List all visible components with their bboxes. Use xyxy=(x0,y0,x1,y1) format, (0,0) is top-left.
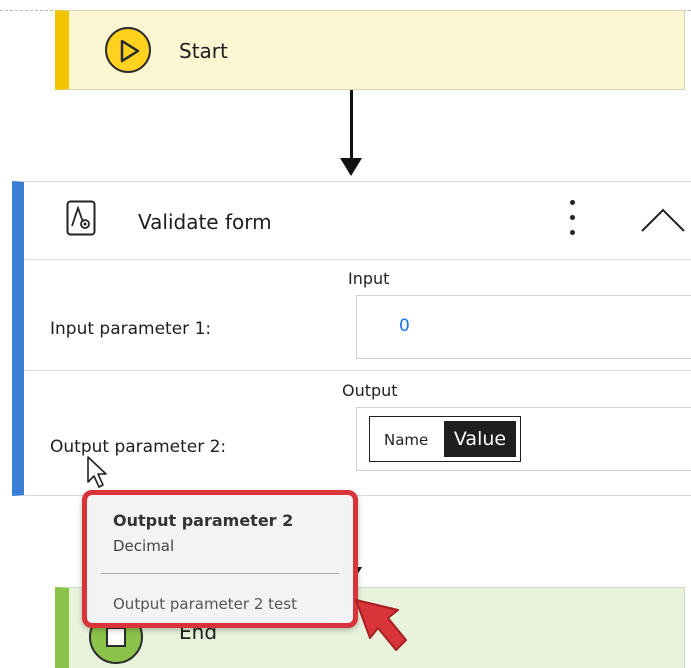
tooltip-title: Output parameter 2 xyxy=(113,511,294,530)
input-section-label: Input xyxy=(348,269,390,288)
connector-arrow xyxy=(340,158,362,176)
red-pointer-arrow-icon xyxy=(355,599,407,651)
tooltip-divider xyxy=(101,573,339,574)
tooltip-type: Decimal xyxy=(113,537,175,555)
play-icon xyxy=(105,27,151,73)
action-header: Validate form xyxy=(24,182,691,260)
input-parameter-field[interactable]: 0 xyxy=(356,295,691,359)
action-title: Validate form xyxy=(138,210,272,234)
chip-value: Value xyxy=(444,421,516,457)
mouse-cursor-icon xyxy=(87,456,107,488)
input-parameter-value: 0 xyxy=(399,316,410,336)
chip-name: Name xyxy=(384,431,429,449)
start-node[interactable]: Start xyxy=(55,10,685,90)
action-settings-icon xyxy=(66,200,96,236)
start-label: Start xyxy=(179,39,228,63)
more-vertical-icon[interactable] xyxy=(562,198,582,238)
output-section-label: Output xyxy=(342,381,398,400)
chevron-up-icon[interactable] xyxy=(640,204,686,234)
output-parameter-label: Output parameter 2: xyxy=(50,437,227,457)
tooltip-description: Output parameter 2 test xyxy=(113,595,297,613)
output-parameter-field[interactable]: Name Value xyxy=(356,407,691,471)
variable-chip[interactable]: Name Value xyxy=(369,416,521,462)
input-parameter-label: Input parameter 1: xyxy=(50,319,212,339)
connector-line xyxy=(350,90,353,160)
validate-form-action[interactable]: Validate form Input Input parameter 1: 0… xyxy=(12,181,691,496)
parameter-tooltip: Output parameter 2 Decimal Output parame… xyxy=(82,490,358,628)
row-divider xyxy=(24,370,691,371)
